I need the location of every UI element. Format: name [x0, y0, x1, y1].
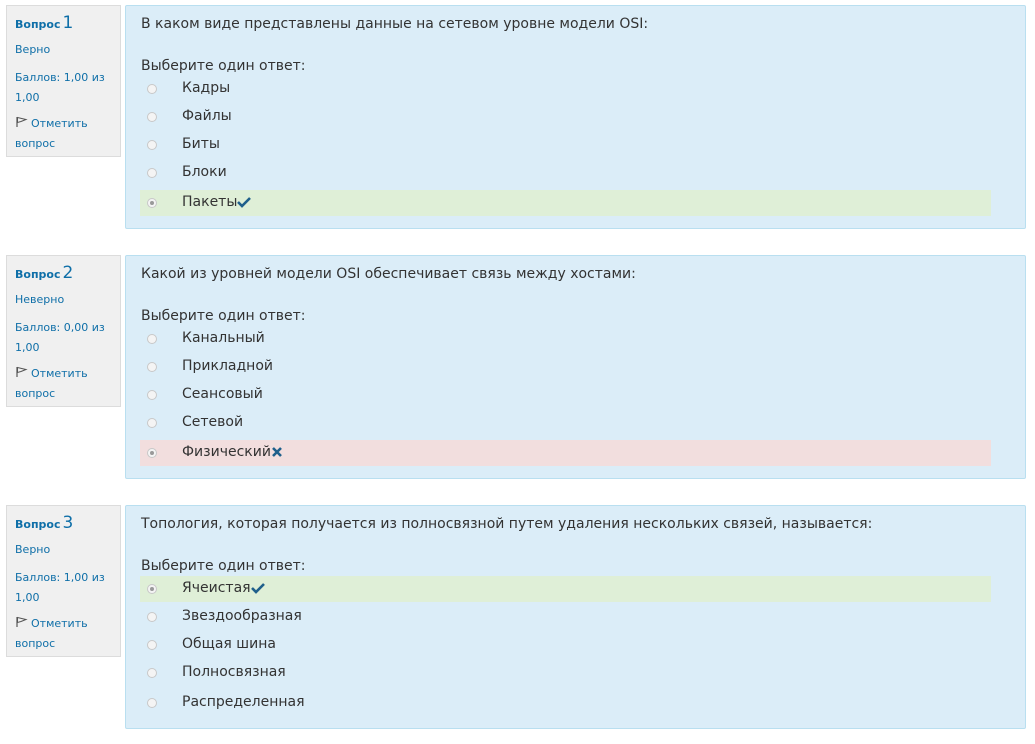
answer-option[interactable]: Канальный — [140, 326, 991, 352]
radio-button[interactable] — [147, 168, 157, 178]
question-grade: Баллов: 1,00 из 1,00 — [15, 71, 105, 104]
radio-button[interactable] — [147, 612, 157, 622]
check-icon — [250, 583, 265, 594]
radio-button[interactable] — [147, 112, 157, 122]
answer-option[interactable]: Файлы — [140, 104, 991, 130]
question-grade: Баллов: 0,00 из 1,00 — [15, 321, 105, 354]
answer-option[interactable]: Прикладной — [140, 354, 991, 380]
question-content: Топология, которая получается из полносв… — [125, 505, 1026, 729]
question-content: Какой из уровней модели OSI обеспечивает… — [125, 255, 1026, 479]
question-text: Какой из уровней модели OSI обеспечивает… — [141, 266, 636, 282]
answer-option-selected[interactable]: Ячеистая — [140, 576, 991, 602]
flag-question-link[interactable]: Отметить вопрос — [15, 114, 112, 154]
radio-button[interactable] — [147, 84, 157, 94]
radio-button-checked[interactable] — [147, 584, 157, 594]
radio-button[interactable] — [147, 390, 157, 400]
radio-button[interactable] — [147, 418, 157, 428]
answer-option[interactable]: Сеансовый — [140, 382, 991, 408]
radio-button[interactable] — [147, 668, 157, 678]
flag-icon — [16, 366, 28, 377]
answer-option[interactable]: Распределенная — [140, 690, 991, 716]
question-info: Вопрос 2 Неверно Баллов: 0,00 из 1,00 Отме… — [6, 255, 121, 407]
question-number: Вопрос 2 — [15, 263, 74, 283]
answer-option[interactable]: Кадры — [140, 76, 991, 102]
radio-button[interactable] — [147, 140, 157, 150]
answer-option[interactable]: Полносвязная — [140, 660, 991, 686]
question-state: Верно — [15, 43, 51, 57]
answer-prompt: Выберите один ответ: — [141, 308, 306, 324]
answer-option[interactable]: Биты — [140, 132, 991, 158]
question-info: Вопрос 3 Верно Баллов: 1,00 из 1,00 Отмети… — [6, 505, 121, 657]
radio-button[interactable] — [147, 640, 157, 650]
radio-button[interactable] — [147, 334, 157, 344]
answer-option[interactable]: Звездообразная — [140, 604, 991, 630]
question-state: Неверно — [15, 293, 65, 307]
radio-button-checked[interactable] — [147, 448, 157, 458]
question-content: В каком виде представлены данные на сете… — [125, 5, 1026, 229]
question-state: Верно — [15, 543, 51, 557]
cross-icon — [272, 447, 282, 457]
radio-button[interactable] — [147, 362, 157, 372]
question-info: Вопрос 1 Верно Баллов: 1,00 из 1,00 Отмети… — [6, 5, 121, 157]
flag-question-link[interactable]: Отметить вопрос — [15, 614, 112, 654]
flag-icon — [16, 616, 28, 627]
question-text: Топология, которая получается из полносв… — [141, 516, 873, 532]
answer-option[interactable]: Блоки — [140, 160, 991, 186]
question-number: Вопрос 3 — [15, 513, 74, 533]
flag-question-link[interactable]: Отметить вопрос — [15, 364, 112, 404]
answer-option-selected[interactable]: Пакеты — [140, 190, 991, 216]
answer-option[interactable]: Сетевой — [140, 410, 991, 436]
flag-icon — [16, 116, 28, 127]
question-number: Вопрос 1 — [15, 13, 74, 33]
answer-prompt: Выберите один ответ: — [141, 558, 306, 574]
answer-option-selected[interactable]: Физический — [140, 440, 991, 466]
check-icon — [237, 197, 252, 208]
radio-button[interactable] — [147, 698, 157, 708]
question-grade: Баллов: 1,00 из 1,00 — [15, 571, 105, 604]
question-text: В каком виде представлены данные на сете… — [141, 16, 649, 32]
answer-prompt: Выберите один ответ: — [141, 58, 306, 74]
radio-button-checked[interactable] — [147, 198, 157, 208]
answer-option[interactable]: Общая шина — [140, 632, 991, 658]
